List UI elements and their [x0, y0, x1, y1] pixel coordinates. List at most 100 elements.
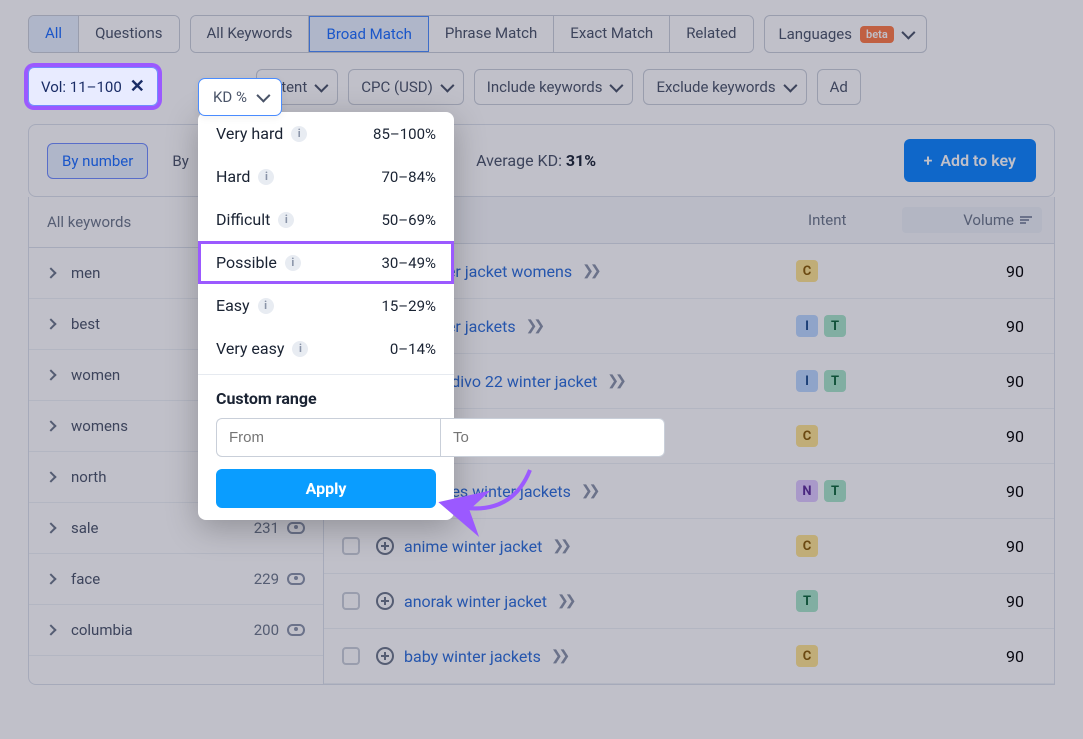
tab-phrase-match[interactable]: Phrase Match	[429, 16, 554, 52]
kd-option-very-hard[interactable]: Very hard i 85–100%	[198, 112, 454, 155]
info-icon[interactable]: i	[258, 298, 274, 314]
languages-dropdown[interactable]: Languages beta	[764, 15, 927, 53]
sidebar-item-label: women	[71, 366, 120, 384]
kd-option-range: 50–69%	[381, 211, 436, 229]
chevron-right-icon	[45, 471, 56, 482]
kd-option-difficult[interactable]: Difficult i 50–69%	[198, 198, 454, 241]
close-icon[interactable]: ✕	[130, 76, 145, 97]
sidebar-item[interactable]: columbia 200	[29, 605, 323, 656]
volume-filter-chip[interactable]: Vol: 11–100 ✕	[28, 67, 158, 106]
tab-related[interactable]: Related	[670, 16, 752, 52]
row-checkbox[interactable]	[342, 647, 360, 665]
add-icon[interactable]	[376, 647, 394, 665]
add-icon[interactable]	[376, 592, 394, 610]
table-row: anorak winter jacket ❯❯ T 90	[324, 574, 1054, 629]
stats-bar: By number By s: 9,259 Total volume: 270,…	[28, 124, 1055, 197]
info-icon[interactable]: i	[292, 341, 308, 357]
eye-icon	[287, 624, 305, 636]
intent-badges: IT	[796, 370, 896, 392]
chevron-down-icon	[901, 26, 915, 40]
volume-value: 90	[896, 647, 1036, 666]
kd-option-hard[interactable]: Hard i 70–84%	[198, 155, 454, 198]
intent-badges: NT	[796, 480, 896, 502]
exclude-filter-label: Exclude keywords	[656, 78, 775, 96]
tab-all-keywords[interactable]: All Keywords	[191, 16, 310, 52]
keyword-link[interactable]: baby winter jackets	[404, 647, 541, 666]
kd-option-label: Easy	[216, 296, 250, 315]
kd-dropdown: Very hard i 85–100%Hard i 70–84%Difficul…	[198, 112, 454, 520]
include-filter-label: Include keywords	[487, 78, 603, 96]
volume-value: 90	[896, 592, 1036, 611]
sort-icon	[1020, 216, 1032, 224]
kd-option-very-easy[interactable]: Very easy i 0–14%	[198, 327, 454, 370]
advanced-filter[interactable]: Ad	[817, 69, 861, 105]
chevron-double-right-icon[interactable]: ❯❯	[551, 648, 566, 664]
chevron-double-right-icon[interactable]: ❯❯	[526, 318, 541, 334]
intent-badges: C	[796, 535, 896, 557]
volume-value: 90	[896, 317, 1036, 336]
chevron-double-right-icon[interactable]: ❯❯	[557, 593, 572, 609]
intent-badges: C	[796, 425, 896, 447]
sidebar-item-label: womens	[71, 417, 128, 435]
match-type-tabs: All Questions All Keywords Broad Match P…	[28, 15, 1055, 53]
custom-range-label: Custom range	[198, 375, 454, 418]
include-keywords-filter[interactable]: Include keywords	[474, 69, 634, 105]
volume-value: 90	[896, 262, 1036, 281]
row-checkbox[interactable]	[342, 537, 360, 555]
chevron-down-icon	[440, 78, 454, 92]
kd-option-label: Hard	[216, 167, 250, 186]
keyword-link[interactable]: anorak winter jacket	[404, 592, 547, 611]
chevron-right-icon	[45, 267, 56, 278]
keyword-link[interactable]: anime winter jacket	[404, 537, 542, 556]
exclude-keywords-filter[interactable]: Exclude keywords	[643, 69, 806, 105]
kd-option-easy[interactable]: Easy i 15–29%	[198, 284, 454, 327]
filter-row: Vol: 11–100 ✕ KD % Intent CPC (USD) Incl…	[28, 67, 1055, 106]
kd-option-range: 70–84%	[381, 168, 436, 186]
tab-exact-match[interactable]: Exact Match	[554, 16, 670, 52]
chevron-double-right-icon[interactable]: ❯❯	[582, 263, 597, 279]
custom-to-input[interactable]	[440, 418, 665, 457]
intent-badge-c: C	[796, 645, 818, 667]
th-intent[interactable]: Intent	[808, 211, 908, 229]
chevron-down-icon	[783, 78, 797, 92]
chevron-double-right-icon[interactable]: ❯❯	[581, 483, 596, 499]
info-icon[interactable]: i	[278, 212, 294, 228]
kd-option-range: 85–100%	[373, 125, 436, 143]
intent-badge-i: I	[796, 370, 818, 392]
chevron-down-icon	[610, 78, 624, 92]
by-number-button[interactable]: By number	[47, 143, 148, 179]
chevron-down-icon	[315, 78, 329, 92]
th-volume[interactable]: Volume	[902, 207, 1042, 233]
intent-badge-c: C	[796, 535, 818, 557]
apply-button[interactable]: Apply	[216, 469, 436, 508]
sidebar-item-count: 200	[254, 621, 279, 639]
kd-option-label: Difficult	[216, 210, 270, 229]
kd-option-possible[interactable]: Possible i 30–49%	[198, 241, 454, 284]
chevron-double-right-icon[interactable]: ❯❯	[607, 373, 622, 389]
table-row: anime winter jacket ❯❯ C 90	[324, 519, 1054, 574]
sidebar-item[interactable]: face 229	[29, 554, 323, 605]
add-btn-label: Add to key	[940, 151, 1016, 170]
by-other-button[interactable]: By	[172, 152, 188, 170]
intent-badge-t: T	[824, 480, 846, 502]
tab-broad-match[interactable]: Broad Match	[309, 16, 428, 52]
kd-filter-open[interactable]: KD %	[198, 78, 282, 116]
intent-badges: IT	[796, 315, 896, 337]
intent-badge-t: T	[824, 370, 846, 392]
cpc-filter[interactable]: CPC (USD)	[348, 69, 464, 105]
tab-all[interactable]: All	[29, 16, 79, 52]
add-icon[interactable]	[376, 537, 394, 555]
kd-option-label: Very hard	[216, 124, 283, 143]
custom-from-input[interactable]	[216, 418, 440, 457]
row-checkbox[interactable]	[342, 592, 360, 610]
info-icon[interactable]: i	[285, 255, 301, 271]
intent-badges: C	[796, 260, 896, 282]
volume-value: 90	[896, 537, 1036, 556]
add-to-keyword-button[interactable]: + Add to key	[904, 139, 1036, 182]
info-icon[interactable]: i	[258, 169, 274, 185]
volume-filter-label: Vol: 11–100	[41, 78, 122, 96]
info-icon[interactable]: i	[291, 126, 307, 142]
tab-questions[interactable]: Questions	[79, 16, 178, 52]
chevron-double-right-icon[interactable]: ❯❯	[552, 538, 567, 554]
kd-option-range: 0–14%	[390, 340, 436, 358]
